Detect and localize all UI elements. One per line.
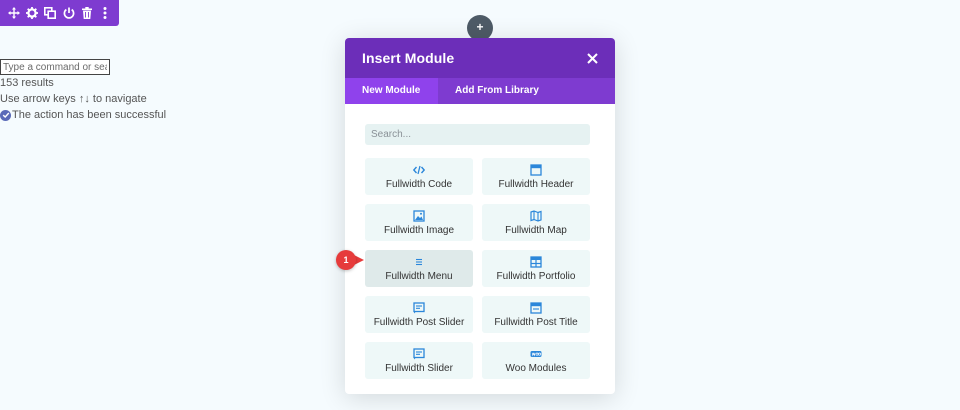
tab-new-module[interactable]: New Module bbox=[345, 78, 438, 104]
modal-body: Fullwidth Code Fullwidth Header Fullwidt… bbox=[345, 104, 615, 379]
post-slider-icon bbox=[413, 301, 425, 314]
module-woo-modules[interactable]: Woo Modules bbox=[482, 342, 590, 379]
modal-tabs: New Module Add From Library bbox=[345, 78, 615, 104]
module-label: Fullwidth Portfolio bbox=[496, 270, 576, 282]
results-count: 153 results bbox=[0, 77, 54, 89]
header-icon bbox=[530, 163, 542, 176]
modal-title: Insert Module bbox=[362, 50, 455, 66]
module-fullwidth-code[interactable]: Fullwidth Code bbox=[365, 158, 473, 195]
module-fullwidth-header[interactable]: Fullwidth Header bbox=[482, 158, 590, 195]
module-label: Fullwidth Image bbox=[383, 224, 455, 236]
module-fullwidth-menu[interactable]: Fullwidth Menu bbox=[365, 250, 473, 287]
status-message: The action has been successful bbox=[0, 107, 166, 123]
module-label: Fullwidth Post Title bbox=[494, 316, 578, 328]
toggle-button[interactable] bbox=[61, 5, 77, 21]
annotation-number: 1 bbox=[336, 250, 356, 270]
woo-icon bbox=[530, 348, 542, 360]
module-fullwidth-post-title[interactable]: Fullwidth Post Title bbox=[482, 296, 590, 333]
module-label: Woo Modules bbox=[505, 362, 567, 374]
delete-button[interactable] bbox=[79, 5, 95, 21]
module-fullwidth-post-slider[interactable]: Fullwidth Post Slider bbox=[365, 296, 473, 333]
modal-header: Insert Module bbox=[345, 38, 615, 78]
section-toolbar bbox=[0, 0, 119, 26]
module-label: Fullwidth Menu bbox=[385, 270, 453, 282]
portfolio-icon bbox=[530, 255, 542, 268]
module-fullwidth-map[interactable]: Fullwidth Map bbox=[482, 204, 590, 241]
module-label: Fullwidth Header bbox=[498, 178, 574, 190]
module-fullwidth-image[interactable]: Fullwidth Image bbox=[365, 204, 473, 241]
module-fullwidth-portfolio[interactable]: Fullwidth Portfolio bbox=[482, 250, 590, 287]
annotation-badge: 1 bbox=[336, 250, 366, 270]
command-palette: 153 results Use arrow keys ↑↓ to navigat… bbox=[0, 58, 166, 123]
move-button[interactable] bbox=[6, 5, 22, 21]
module-label: Fullwidth Post Slider bbox=[373, 316, 465, 328]
module-search-input[interactable] bbox=[365, 124, 590, 145]
power-icon bbox=[63, 7, 74, 19]
slider-icon bbox=[413, 347, 425, 360]
more-vertical-icon bbox=[103, 7, 107, 19]
navigation-hint: Use arrow keys ↑↓ to navigate bbox=[0, 93, 147, 105]
plus-icon: + bbox=[476, 20, 484, 34]
status-text: The action has been successful bbox=[12, 109, 167, 121]
duplicate-button[interactable] bbox=[42, 5, 58, 21]
close-button[interactable] bbox=[585, 51, 599, 65]
post-title-icon bbox=[530, 301, 542, 314]
settings-button[interactable] bbox=[24, 5, 40, 21]
module-label: Fullwidth Slider bbox=[385, 362, 453, 374]
duplicate-icon bbox=[44, 7, 57, 19]
more-button[interactable] bbox=[97, 5, 113, 21]
check-circle-icon bbox=[0, 109, 11, 121]
image-icon bbox=[413, 209, 425, 222]
command-input[interactable] bbox=[0, 59, 110, 75]
module-label: Fullwidth Map bbox=[505, 224, 567, 236]
module-fullwidth-slider[interactable]: Fullwidth Slider bbox=[365, 342, 473, 379]
map-icon bbox=[530, 209, 542, 222]
menu-icon bbox=[413, 256, 425, 268]
module-grid: Fullwidth Code Fullwidth Header Fullwidt… bbox=[365, 158, 595, 379]
gear-icon bbox=[26, 7, 39, 19]
module-label: Fullwidth Code bbox=[385, 178, 453, 190]
tab-add-from-library[interactable]: Add From Library bbox=[438, 78, 556, 104]
trash-icon bbox=[81, 7, 92, 19]
code-icon bbox=[413, 164, 425, 176]
close-icon bbox=[586, 52, 598, 64]
move-icon bbox=[8, 7, 21, 19]
insert-module-modal: Insert Module New Module Add From Librar… bbox=[345, 38, 615, 394]
